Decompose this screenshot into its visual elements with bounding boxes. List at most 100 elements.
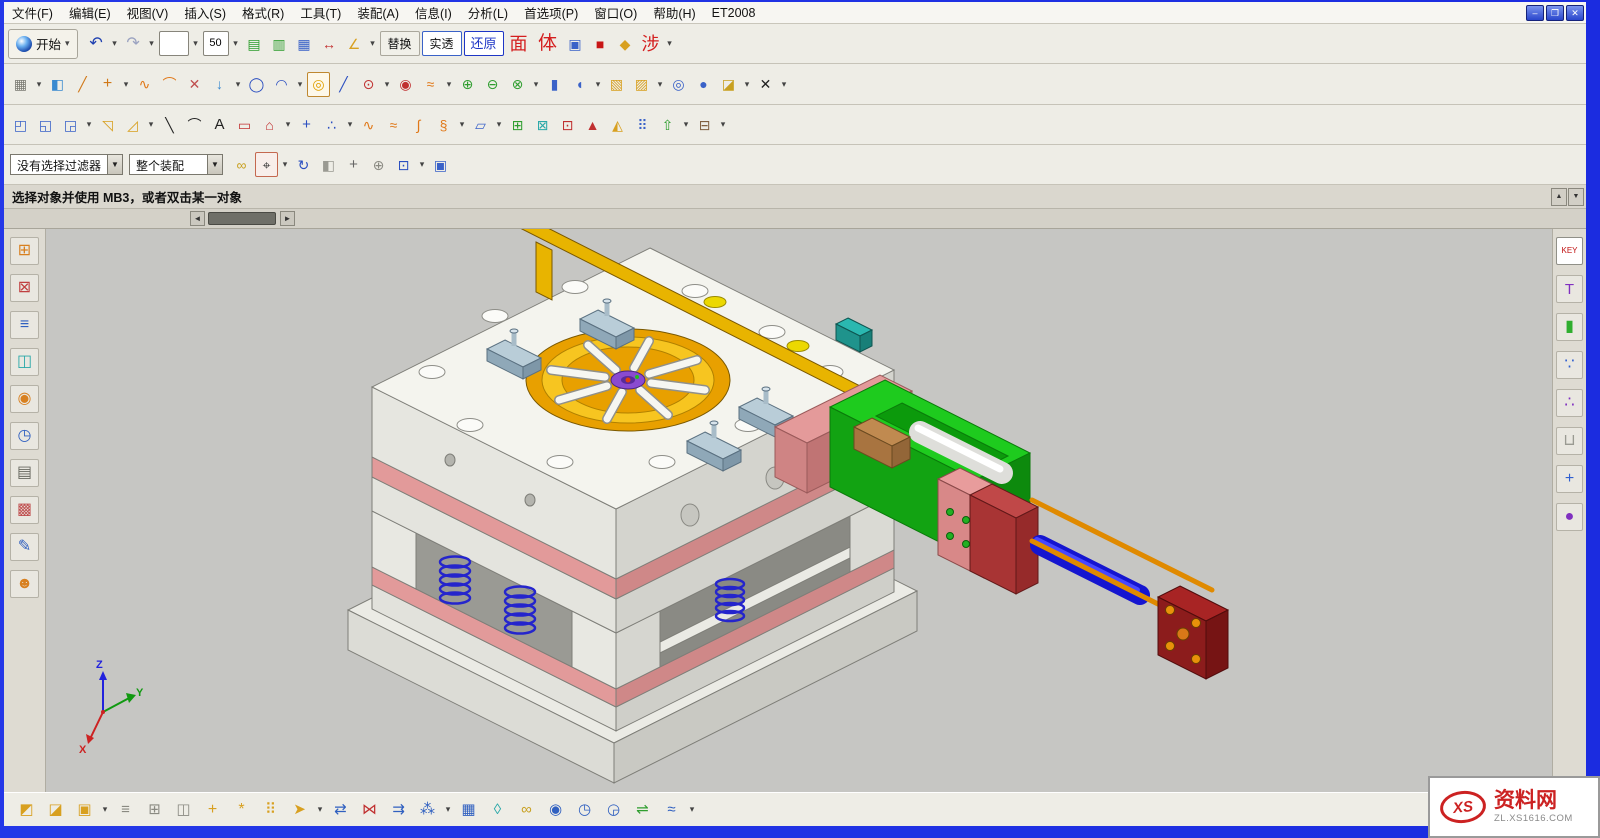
subtract-icon[interactable]: ⊖ [481,72,504,97]
pattern-stack-icon[interactable]: ≡ [112,796,139,823]
datum-menu-arrow[interactable]: ▾ [121,72,131,97]
selection-scope-dropdown[interactable]: 整个装配 ▼ [129,154,223,175]
block-icon[interactable]: ▧ [605,72,628,97]
move-to-layer-icon[interactable]: ▦ [293,31,316,56]
work-layer-arrow[interactable]: ▾ [231,31,241,56]
open-component-icon[interactable]: ◪ [42,796,69,823]
undo-icon[interactable]: ↶ [85,31,108,56]
quick-trim-icon[interactable]: ≈ [419,72,442,97]
group-menu-arrow[interactable]: ▾ [718,112,728,137]
menu-help[interactable]: 帮助(H) [645,0,703,25]
intersect-icon[interactable]: ⊗ [506,72,529,97]
measure-angle-icon[interactable]: ∠ [343,31,366,56]
extrude-icon[interactable]: ▮ [543,72,566,97]
close-button[interactable]: ✕ [1566,5,1584,21]
menu-window[interactable]: 窗口(O) [586,0,645,25]
menu-analysis[interactable]: 分析(L) [460,0,516,25]
menu-format[interactable]: 格式(R) [234,0,292,25]
dotted-ball-icon[interactable]: ∴ [1556,389,1583,417]
swept-surface-icon[interactable]: ◲ [59,112,82,137]
ruled-surface-icon[interactable]: ◰ [9,112,32,137]
explode-menu-arrow[interactable]: ▾ [443,796,453,823]
rectangle-select-icon[interactable]: ⊡ [392,152,415,177]
roles-icon[interactable]: ☻ [10,570,39,598]
snapshot-icon[interactable]: ◫ [170,796,197,823]
intersection-curve-icon[interactable]: ✕ [183,72,206,97]
delete-face-icon[interactable]: ✕ [754,72,777,97]
menu-preferences[interactable]: 首选项(P) [516,0,586,25]
bounded-region-icon[interactable]: ⊡ [556,112,579,137]
constraint-navigator-icon[interactable]: ⊠ [10,274,39,302]
line-icon[interactable]: ╱ [332,72,355,97]
menu-tools[interactable]: 工具(T) [292,0,349,25]
sheetmetal-menu-arrow[interactable]: ▾ [146,112,156,137]
gold-part-icon[interactable]: ◆ [614,31,637,56]
trim-menu-arrow[interactable]: ▾ [444,72,454,97]
assembly-menu-arrow[interactable]: ▾ [315,796,325,823]
scrollbar-thumb[interactable] [208,212,276,225]
sketch-menu-arrow[interactable]: ▾ [34,72,44,97]
array-component-icon[interactable]: ⠿ [257,796,284,823]
measure-distance-icon[interactable]: ↔ [318,31,341,56]
rectangle-icon[interactable]: ▭ [233,112,256,137]
materials-icon[interactable]: ▤ [10,459,39,487]
promote-body-icon[interactable]: ⇧ [656,112,679,137]
unite-icon[interactable]: ⊕ [456,72,479,97]
curve-menu-arrow[interactable]: ▾ [233,72,243,97]
circle-icon[interactable]: ◯ [245,72,268,97]
find-component-icon[interactable]: ◩ [13,796,40,823]
law-curve-icon[interactable]: ∫ [407,112,430,137]
add-component-icon[interactable]: + [199,796,226,823]
flange-icon[interactable]: ◹ [96,112,119,137]
point-set-icon[interactable]: ∴ [320,112,343,137]
layer-visible-icon[interactable]: ▥ [268,31,291,56]
helix-icon[interactable]: § [432,112,455,137]
show-product-outline-icon[interactable]: ▣ [71,796,98,823]
bend-icon[interactable]: ◿ [121,112,144,137]
measure-menu-arrow[interactable]: ▾ [368,31,378,56]
component-menu-arrow[interactable]: ▾ [100,796,110,823]
basic-arc-icon[interactable]: ⌒ [183,112,206,137]
scroll-left-button[interactable]: ◄ [190,211,205,226]
primitive-menu-arrow[interactable]: ▾ [655,72,665,97]
redo-menu-arrow[interactable]: ▾ [147,31,157,56]
curve-icon[interactable]: ∿ [133,72,156,97]
trim-body-icon[interactable]: ◪ [717,72,740,97]
she-menu-arrow[interactable]: ▾ [665,31,675,56]
cue-scroll-down-button[interactable]: ▼ [1568,188,1584,206]
reuse-library-icon[interactable]: ◫ [10,348,39,376]
menu-et2008[interactable]: ET2008 [704,3,764,23]
circle-menu-arrow[interactable]: ▾ [382,72,392,97]
synchronous-menu-arrow[interactable]: ▾ [779,72,789,97]
mirror-assembly-icon[interactable]: ⋈ [356,796,383,823]
extract-body-icon[interactable]: ⊠ [531,112,554,137]
snap-point-icon[interactable]: ⌖ [255,152,278,177]
instance-array-icon[interactable]: ⠿ [631,112,654,137]
cue-scroll-up-button[interactable]: ▲ [1551,188,1567,206]
wave-geometry-icon[interactable]: ◉ [542,796,569,823]
substitute-icon[interactable]: ⇌ [629,796,656,823]
copy-face-icon[interactable]: ▣ [564,31,587,56]
start-button[interactable]: 开始 ▾ [8,29,78,59]
key-icon[interactable]: KEY [1556,237,1583,265]
arc-menu-arrow[interactable]: ▾ [295,72,305,97]
point-icon[interactable]: + [295,112,318,137]
conic-icon[interactable]: ⌒ [158,72,181,97]
redo-icon[interactable]: ↷ [122,31,145,56]
point-circle-icon[interactable]: ⊙ [357,72,380,97]
wipe-section-icon[interactable]: ◧ [317,152,340,177]
swatch-menu-arrow[interactable]: ▾ [191,31,201,56]
viewport-top-scrollbar[interactable]: ◄ ► [4,209,1586,229]
restore-button[interactable]: ❐ [1546,5,1564,21]
menu-file[interactable]: 文件(F) [4,0,61,25]
work-layer-value[interactable]: 50 [203,31,229,56]
wave-link-icon[interactable]: ⊞ [506,112,529,137]
notes-icon[interactable]: ✎ [10,533,39,561]
associative-menu-arrow[interactable]: ▾ [681,112,691,137]
boss-icon[interactable]: ● [692,72,715,97]
basic-line-icon[interactable]: ╲ [158,112,181,137]
revolve-icon[interactable]: ◖ [568,72,591,97]
point-menu-arrow[interactable]: ▾ [345,112,355,137]
polygon-icon[interactable]: ⌂ [258,112,281,137]
blue-cross-icon[interactable]: + [1556,465,1583,493]
